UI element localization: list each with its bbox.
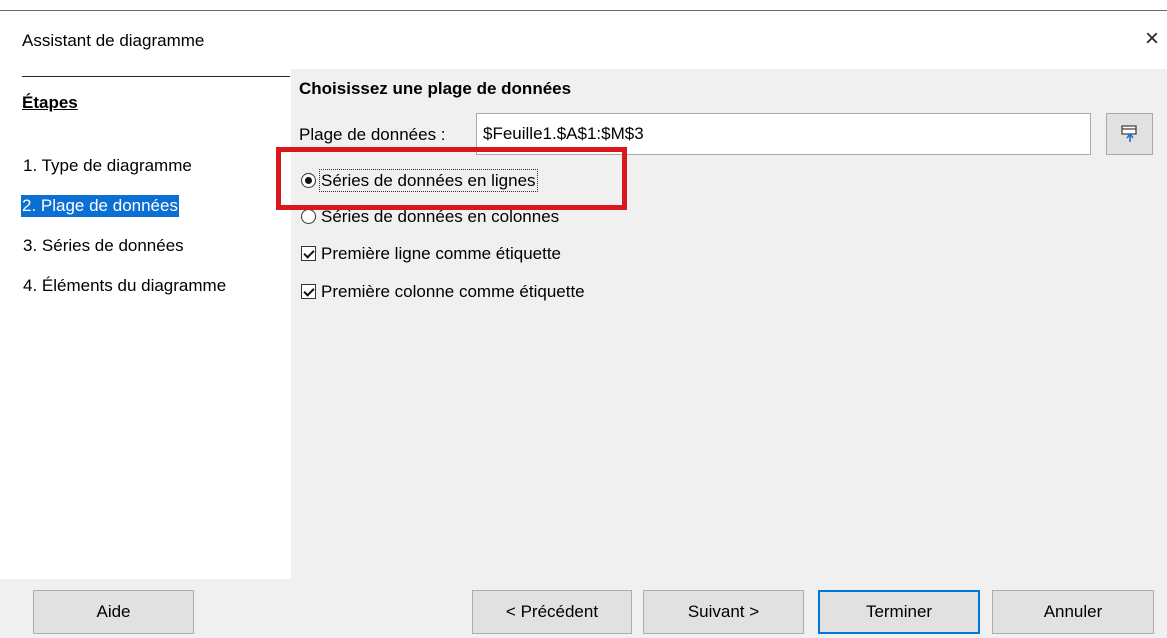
- step-chart-type[interactable]: 1. Type de diagramme: [22, 155, 193, 177]
- finish-button[interactable]: Terminer: [818, 590, 980, 634]
- close-icon[interactable]: ×: [1137, 24, 1167, 54]
- steps-sidebar: [0, 69, 291, 579]
- first-column-label-option[interactable]: Première colonne comme étiquette: [301, 282, 585, 302]
- radio-unselected-icon[interactable]: [301, 209, 316, 224]
- previous-button[interactable]: < Précédent: [472, 590, 632, 634]
- help-button[interactable]: Aide: [33, 590, 194, 634]
- first-row-label-text: Première ligne comme étiquette: [321, 244, 562, 263]
- checkbox-checked-icon[interactable]: [301, 246, 316, 261]
- next-button[interactable]: Suivant >: [643, 590, 804, 634]
- steps-heading: Étapes: [22, 93, 78, 112]
- cancel-button[interactable]: Annuler: [992, 590, 1154, 634]
- sidebar-divider: [22, 76, 290, 77]
- select-range-button[interactable]: [1106, 113, 1153, 155]
- data-range-label: Plage de données :: [299, 125, 446, 144]
- first-column-label-text: Première colonne comme étiquette: [321, 282, 585, 301]
- shrink-dialog-icon: [1121, 125, 1137, 142]
- step-data-range[interactable]: 2. Plage de données: [21, 195, 179, 217]
- first-row-label-option[interactable]: Première ligne comme étiquette: [301, 244, 561, 264]
- annotation-highlight-box: [276, 147, 627, 210]
- step-chart-elements[interactable]: 4. Éléments du diagramme: [22, 275, 227, 297]
- panel-title: Choisissez une plage de données: [299, 79, 572, 98]
- window-title: Assistant de diagramme: [22, 31, 205, 50]
- step-data-series[interactable]: 3. Séries de données: [22, 235, 185, 257]
- series-in-columns-option[interactable]: Séries de données en colonnes: [301, 207, 559, 227]
- checkbox-checked-icon[interactable]: [301, 284, 316, 299]
